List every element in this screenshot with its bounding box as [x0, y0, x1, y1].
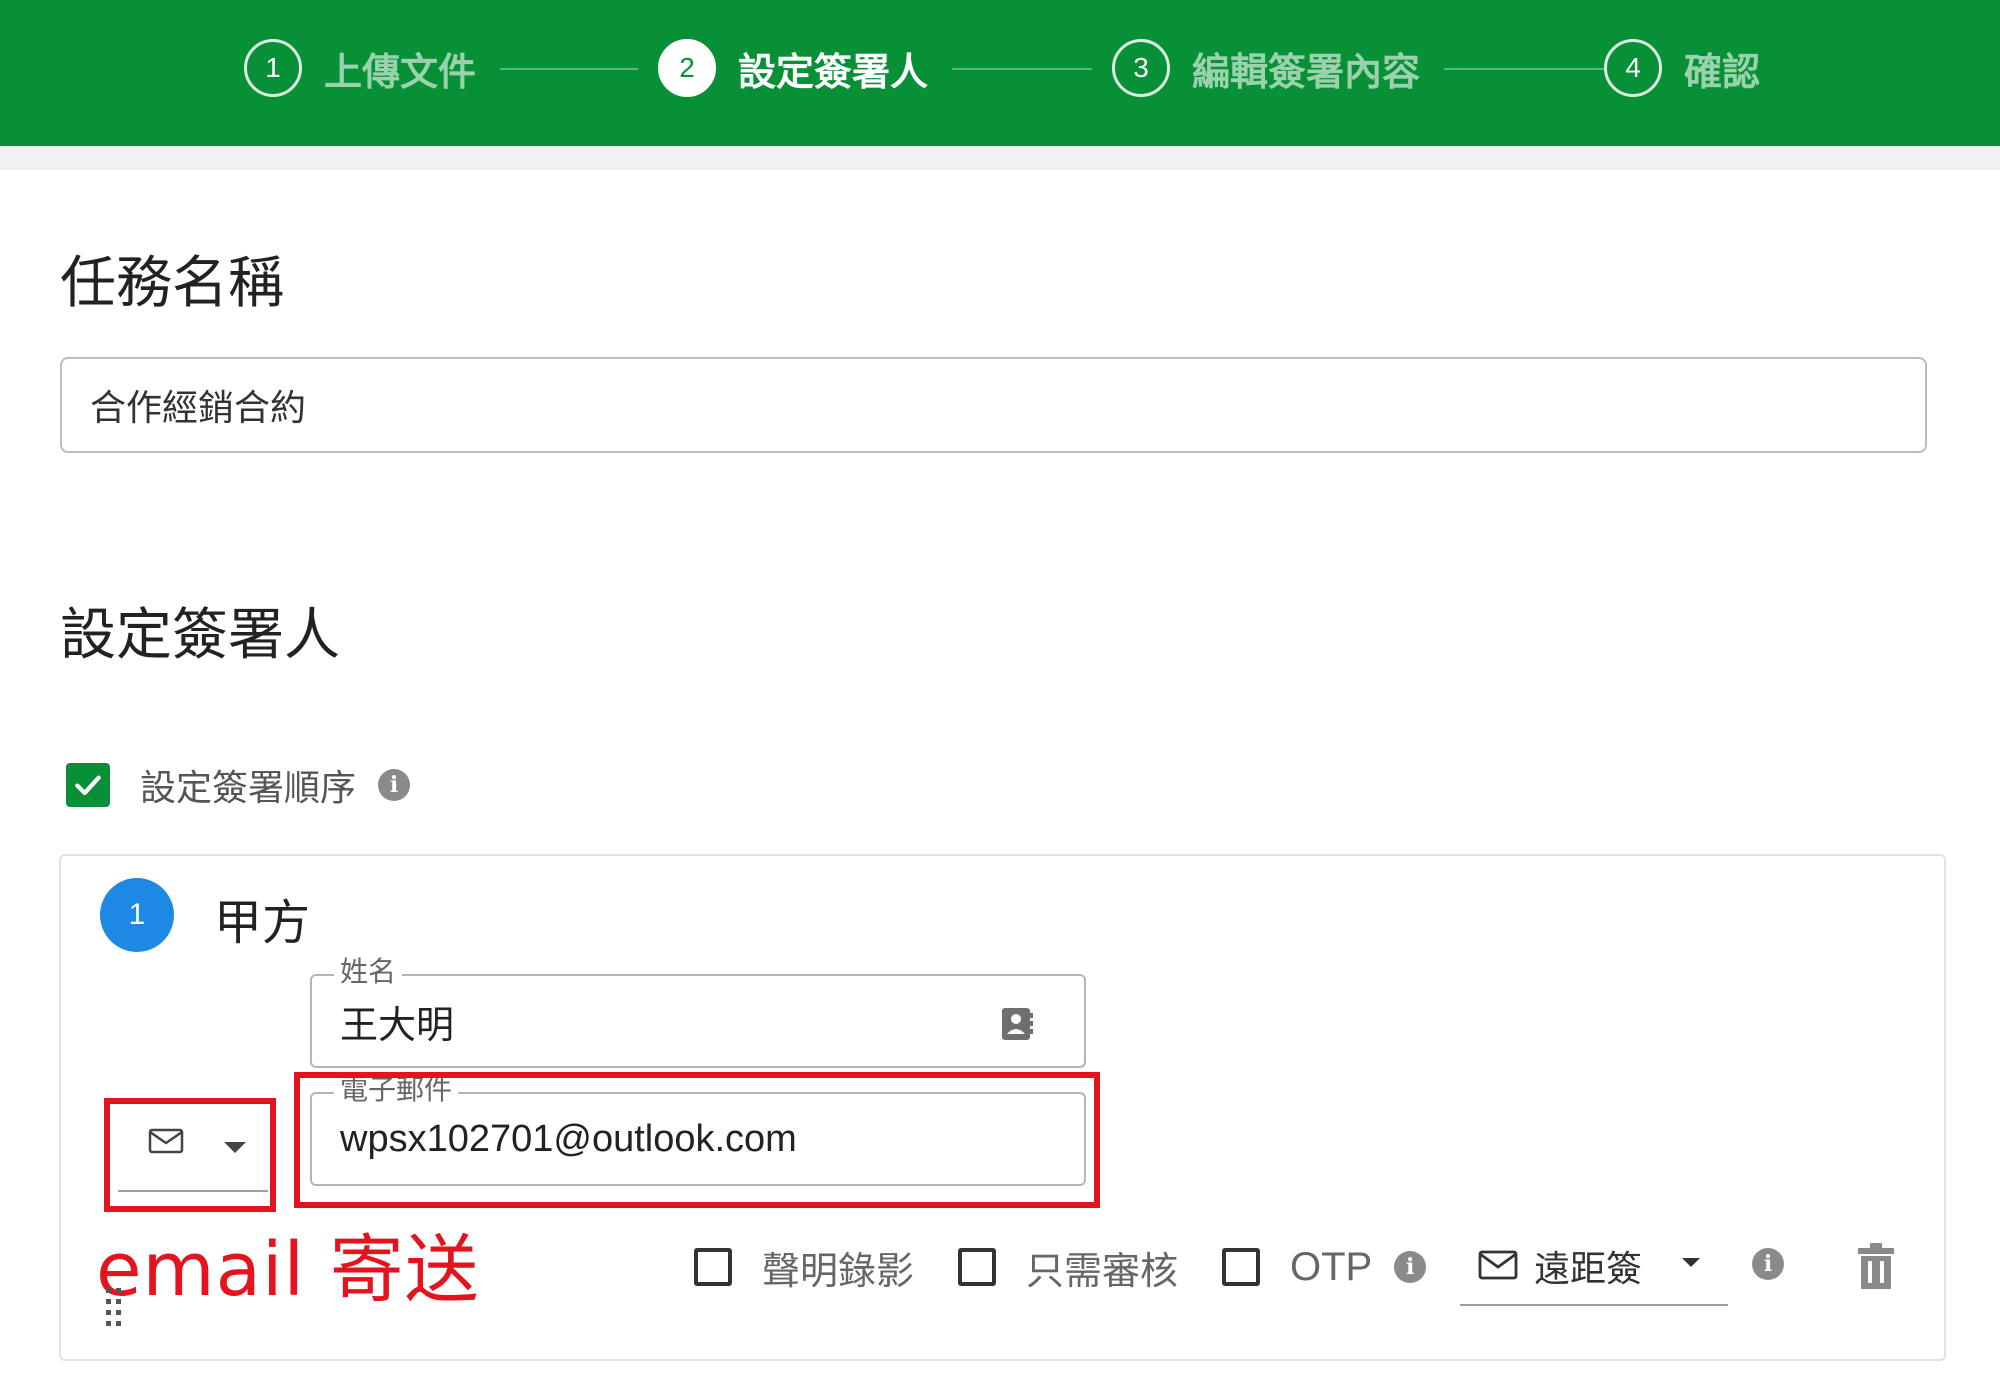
otp-checkbox[interactable]: [1222, 1248, 1260, 1286]
step-label: 上傳文件: [324, 49, 477, 94]
step-connector: [1444, 68, 1604, 70]
annotation-box-email: [294, 1072, 1100, 1208]
signer-order-badge: 1: [100, 878, 174, 952]
signer-party-name: 甲方: [214, 895, 311, 951]
step-label: 設定簽署人: [738, 49, 929, 94]
step-number: 2: [658, 39, 716, 97]
annotation-note: email 寄送: [96, 1227, 480, 1313]
step-upload[interactable]: 1 上傳文件: [244, 38, 476, 98]
video-statement-checkbox[interactable]: [694, 1248, 732, 1286]
step-number: 1: [244, 39, 302, 97]
otp-label: OTP: [1290, 1244, 1373, 1289]
stepper-header: 1 上傳文件 2 設定簽署人 3 編輯簽署內容 4 確認: [0, 0, 2000, 146]
set-signers-title: 設定簽署人: [60, 603, 340, 668]
step-number: 4: [1604, 39, 1662, 97]
signing-mode-select[interactable]: 遠距簽: [1460, 1236, 1728, 1306]
name-field-value: 王大明: [340, 1002, 455, 1047]
annotation-box-delivery: [104, 1098, 276, 1212]
info-icon[interactable]: i: [378, 769, 411, 801]
signing-order-label: 設定簽署順序: [140, 768, 357, 809]
mail-icon: [1478, 1250, 1518, 1280]
option-video-statement[interactable]: 聲明錄影: [694, 1240, 914, 1294]
step-confirm[interactable]: 4 確認: [1604, 38, 1760, 98]
task-name-title: 任務名稱: [60, 251, 284, 316]
option-review-only[interactable]: 只需審核: [958, 1240, 1178, 1294]
review-only-label: 只需審核: [1026, 1248, 1179, 1293]
option-otp[interactable]: OTP i: [1222, 1240, 1427, 1294]
step-connector: [500, 68, 638, 70]
check-icon: [75, 775, 101, 796]
video-statement-label: 聲明錄影: [762, 1248, 915, 1293]
trash-icon[interactable]: [1856, 1242, 1896, 1290]
step-connector: [952, 68, 1092, 70]
task-name-value: 合作經銷合約: [90, 388, 307, 429]
chevron-down-icon: [1682, 1258, 1700, 1267]
step-set-signers[interactable]: 2 設定簽署人: [658, 38, 928, 98]
info-icon[interactable]: i: [1394, 1251, 1427, 1283]
header-divider: [0, 146, 2000, 170]
signing-mode-label: 遠距簽: [1534, 1249, 1643, 1290]
name-field[interactable]: 姓名 王大明: [310, 954, 1086, 1068]
contact-book-icon[interactable]: [1000, 1004, 1034, 1042]
step-label: 編輯簽署內容: [1192, 49, 1421, 94]
drag-handle-icon[interactable]: [104, 1286, 124, 1330]
signing-order-row: 設定簽署順序 i: [66, 760, 411, 810]
signing-order-checkbox[interactable]: [66, 763, 110, 807]
step-label: 確認: [1684, 49, 1761, 94]
info-icon[interactable]: i: [1752, 1248, 1784, 1280]
review-only-checkbox[interactable]: [958, 1248, 996, 1286]
step-number: 3: [1112, 39, 1170, 97]
step-edit-content[interactable]: 3 編輯簽署內容: [1112, 38, 1420, 98]
task-name-input[interactable]: 合作經銷合約: [60, 357, 1927, 453]
